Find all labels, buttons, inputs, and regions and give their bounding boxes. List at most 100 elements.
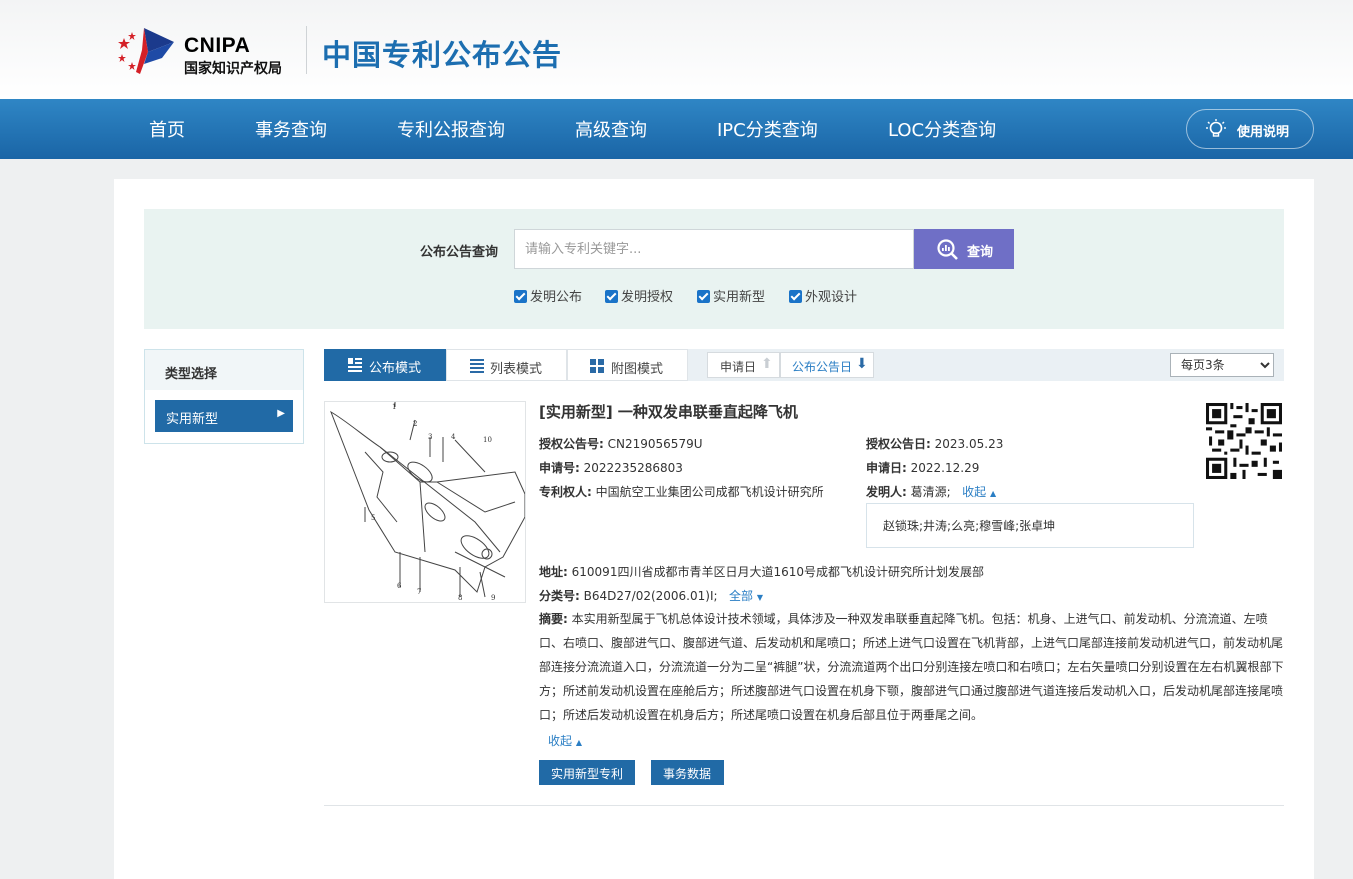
nav-item-advanced-query[interactable]: 高级查询 [575,116,647,142]
search-button-label: 查询 [967,245,994,260]
checkbox-checked-icon [514,290,527,303]
field-label: 申请日: [866,461,907,475]
list-icon [470,359,484,373]
abstract-text: 本实用新型属于飞机总体设计技术领域，具体涉及一种双发串联垂直起降飞机。包括：机身… [539,612,1284,722]
inventor-row: 发明人: 葛清源; 收起 ▲ [866,483,996,500]
result-toolbar: 公布模式 列表模式 附图模式 申请日 ⬆ 公布公告日 ⬇ 每页3条 [324,349,1284,381]
address: 610091四川省成都市青羊区日月大道1610号成都飞机设计研究所计划发展部 [571,565,984,579]
class-no: B64D27/02(2006.01)I; [583,589,718,603]
class-all-link[interactable]: 全部 ▼ [729,589,763,603]
grid-icon [590,359,604,373]
search-button[interactable]: 查询 [914,229,1014,269]
field-label: 分类号: [539,589,580,603]
figure-label: 1 [392,403,396,411]
figure-label: 6 [397,582,402,590]
per-page-select[interactable]: 每页3条 [1170,353,1274,377]
figure-label: 3 [428,433,432,441]
app-no: 2022235286803 [583,461,683,475]
nav-item-home[interactable]: 首页 [149,116,185,142]
checkbox-utility-model[interactable]: 实用新型 [697,286,765,305]
collapse-label: 收起 [548,734,573,748]
affairs-data-button[interactable]: 事务数据 [651,760,724,785]
abstract-collapse-link[interactable]: 收起 ▲ [548,732,582,749]
class-row: 分类号: B64D27/02(2006.01)I; 全部 ▼ [539,587,763,604]
type-sidebar: 类型选择 实用新型 ▶ [144,349,304,444]
search-icon [937,239,958,260]
result-divider [324,805,1284,806]
sort-pub-date[interactable]: 公布公告日 ⬇ [780,352,874,378]
caret-up-icon: ▲ [575,738,582,747]
site-header: CNIPA 国家知识产权局 中国专利公布公告 [0,0,1353,99]
abstract: 摘要: 本实用新型属于飞机总体设计技术领域，具体涉及一种双发串联垂直起降飞机。包… [539,607,1287,727]
utility-patent-button[interactable]: 实用新型专利 [539,760,635,785]
help-button[interactable]: 使用说明 [1186,109,1314,149]
app-date: 2022.12.29 [910,461,980,475]
search-label: 公布公告查询 [420,245,499,260]
inventor-collapse-link[interactable]: 收起 ▲ [962,485,996,499]
figure-label: 5 [371,514,375,522]
site-title: 中国专利公布公告 [322,38,563,72]
checkbox-invention-grant[interactable]: 发明授权 [605,286,673,305]
tab-publish-mode[interactable]: 公布模式 [324,349,446,381]
mode-label: 列表模式 [490,362,543,377]
sidebar-title: 类型选择 [165,367,218,382]
sort-label: 申请日 [720,360,757,374]
patentee: 中国航空工业集团公司成都飞机设计研究所 [595,485,824,499]
patent-drawing-thumbnail[interactable]: 1 2 3 4 10 5 6 7 8 9 [324,401,526,603]
mode-label: 附图模式 [611,362,664,377]
nav-item-loc-query[interactable]: LOC分类查询 [888,116,996,142]
field-label: 地址: [539,565,568,579]
sort-label: 公布公告日 [792,360,853,374]
grant-pub-date-row: 授权公告日: 2023.05.23 [866,435,1003,452]
cnipa-logo[interactable]: CNIPA 国家知识产权局 [114,24,304,77]
sidebar-item-utility-model[interactable]: 实用新型 ▶ [155,400,293,432]
figure-label: 8 [458,594,462,602]
header-divider [306,26,307,74]
sidebar-header: 类型选择 [145,350,303,390]
search-area: 公布公告查询 查询 发明公布 发明授权 实用新型 外观设计 [144,209,1284,329]
checkbox-label: 外观设计 [805,290,858,305]
nav-item-affairs-query[interactable]: 事务查询 [255,116,327,142]
field-label: 授权公告号: [539,437,604,451]
publish-mode-icon [348,358,362,372]
mode-label: 公布模式 [369,361,422,376]
figure-label: 9 [491,594,495,602]
lightbulb-icon [1206,119,1226,137]
help-label: 使用说明 [1237,125,1290,140]
inventors-expanded: 赵锁珠;井涛;么亮;穆雪峰;张卓坤 [866,503,1194,548]
nav-item-ipc-query[interactable]: IPC分类查询 [717,116,818,142]
inventor-first: 葛清源; [910,485,951,499]
grant-pub-date: 2023.05.23 [934,437,1004,451]
address-row: 地址: 610091四川省成都市青羊区日月大道1610号成都飞机设计研究所计划发… [539,563,984,580]
caret-down-icon: ▼ [756,593,763,602]
logo-text: CNIPA [184,34,251,57]
arrow-down-icon: ⬇ [856,356,868,372]
chevron-right-icon: ▶ [277,408,285,419]
button-label: 实用新型专利 [551,767,624,781]
checkbox-checked-icon [605,290,618,303]
checkbox-checked-icon [789,290,802,303]
collapse-label: 收起 [962,485,987,499]
field-label: 发明人: [866,485,907,499]
field-label: 摘要: [539,612,568,626]
figure-label: 4 [451,433,456,441]
tab-figure-mode[interactable]: 附图模式 [567,349,688,381]
grant-pub-no: CN219056579U [607,437,703,451]
search-input[interactable] [514,229,914,269]
sort-apply-date[interactable]: 申请日 ⬆ [707,352,780,378]
nav-item-gazette-query[interactable]: 专利公报查询 [397,116,505,142]
logo-subtitle: 国家知识产权局 [184,61,282,77]
figure-label: 7 [417,588,421,596]
caret-up-icon: ▲ [989,489,997,498]
checkbox-design[interactable]: 外观设计 [789,286,857,305]
qr-code-icon[interactable] [1206,403,1282,479]
tab-list-mode[interactable]: 列表模式 [446,349,567,381]
class-all-label: 全部 [729,589,754,603]
checkbox-label: 发明公布 [530,290,583,305]
cnipa-emblem-icon [118,28,174,74]
main-panel: 公布公告查询 查询 发明公布 发明授权 实用新型 外观设计 类型选择 实用新型 … [114,179,1314,879]
figure-label: 2 [413,420,417,428]
checkbox-invention-pub[interactable]: 发明公布 [514,286,582,305]
result-title[interactable]: [实用新型] 一种双发串联垂直起降飞机 [539,401,798,422]
checkbox-checked-icon [697,290,710,303]
